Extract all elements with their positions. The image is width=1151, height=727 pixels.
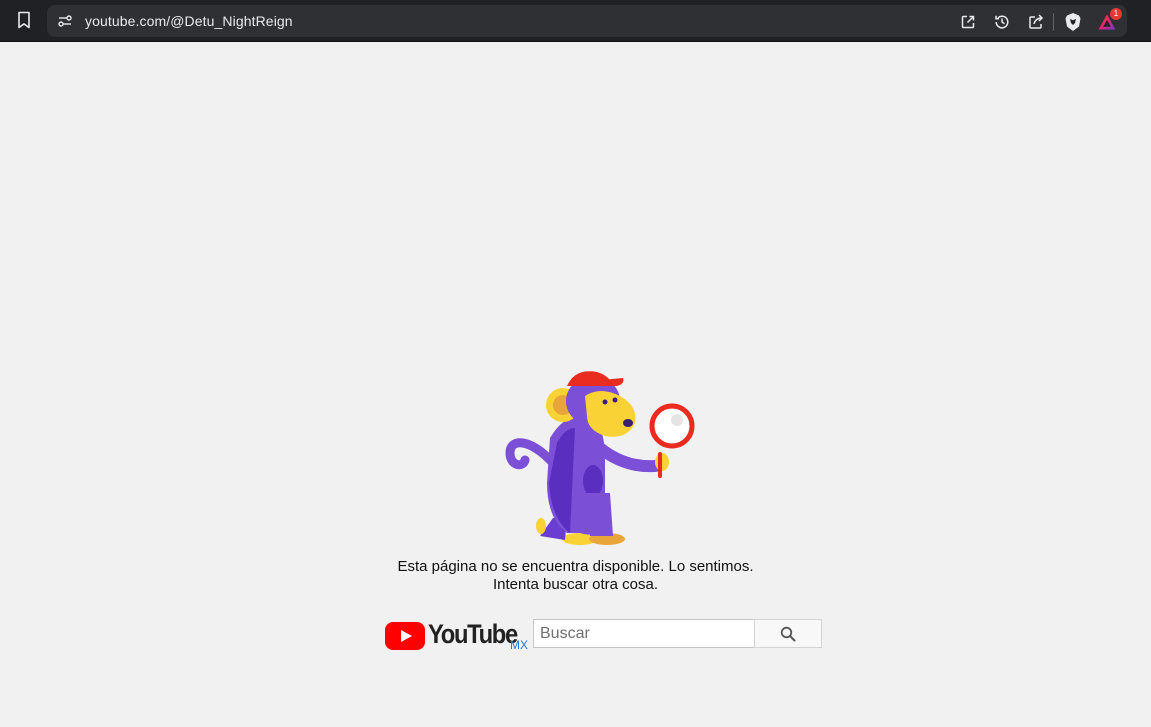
history-icon xyxy=(995,15,1009,29)
youtube-wordmark: YouTube xyxy=(428,619,518,649)
site-info-button[interactable] xyxy=(55,11,75,31)
search-input[interactable] xyxy=(533,619,755,648)
site-info-icon xyxy=(58,15,72,27)
brave-rewards-button[interactable]: 1 xyxy=(1096,8,1122,33)
open-external-button[interactable] xyxy=(957,11,979,33)
search-button[interactable] xyxy=(754,619,822,648)
browser-toolbar: youtube.com/@Detu_NightReign 1 xyxy=(0,0,1151,42)
rewards-badge: 1 xyxy=(1110,8,1122,20)
address-bar[interactable]: youtube.com/@Detu_NightReign 1 xyxy=(47,5,1127,37)
youtube-logo[interactable]: YouTube MX xyxy=(385,619,530,652)
youtube-play-icon xyxy=(385,622,425,650)
share-icon xyxy=(1029,14,1044,29)
brave-shields-button[interactable] xyxy=(1062,11,1084,33)
brave-shields-icon xyxy=(1065,13,1081,31)
error-message: Esta página no se encuentra disponible. … xyxy=(0,558,1151,594)
toolbar-divider xyxy=(1053,13,1054,31)
monkey-illustration xyxy=(505,371,695,545)
url-text[interactable]: youtube.com/@Detu_NightReign xyxy=(85,13,293,29)
share-button[interactable] xyxy=(1025,11,1047,33)
search-icon xyxy=(780,626,796,641)
history-button[interactable] xyxy=(991,11,1013,33)
error-message-line2: Intenta buscar otra cosa. xyxy=(492,576,659,593)
error-message-line1: Esta página no se encuentra disponible. … xyxy=(397,558,754,575)
bookmark-icon xyxy=(18,11,30,29)
bookmark-button[interactable] xyxy=(10,6,38,34)
open-external-icon xyxy=(961,15,975,29)
youtube-region-code: MX xyxy=(510,638,528,652)
